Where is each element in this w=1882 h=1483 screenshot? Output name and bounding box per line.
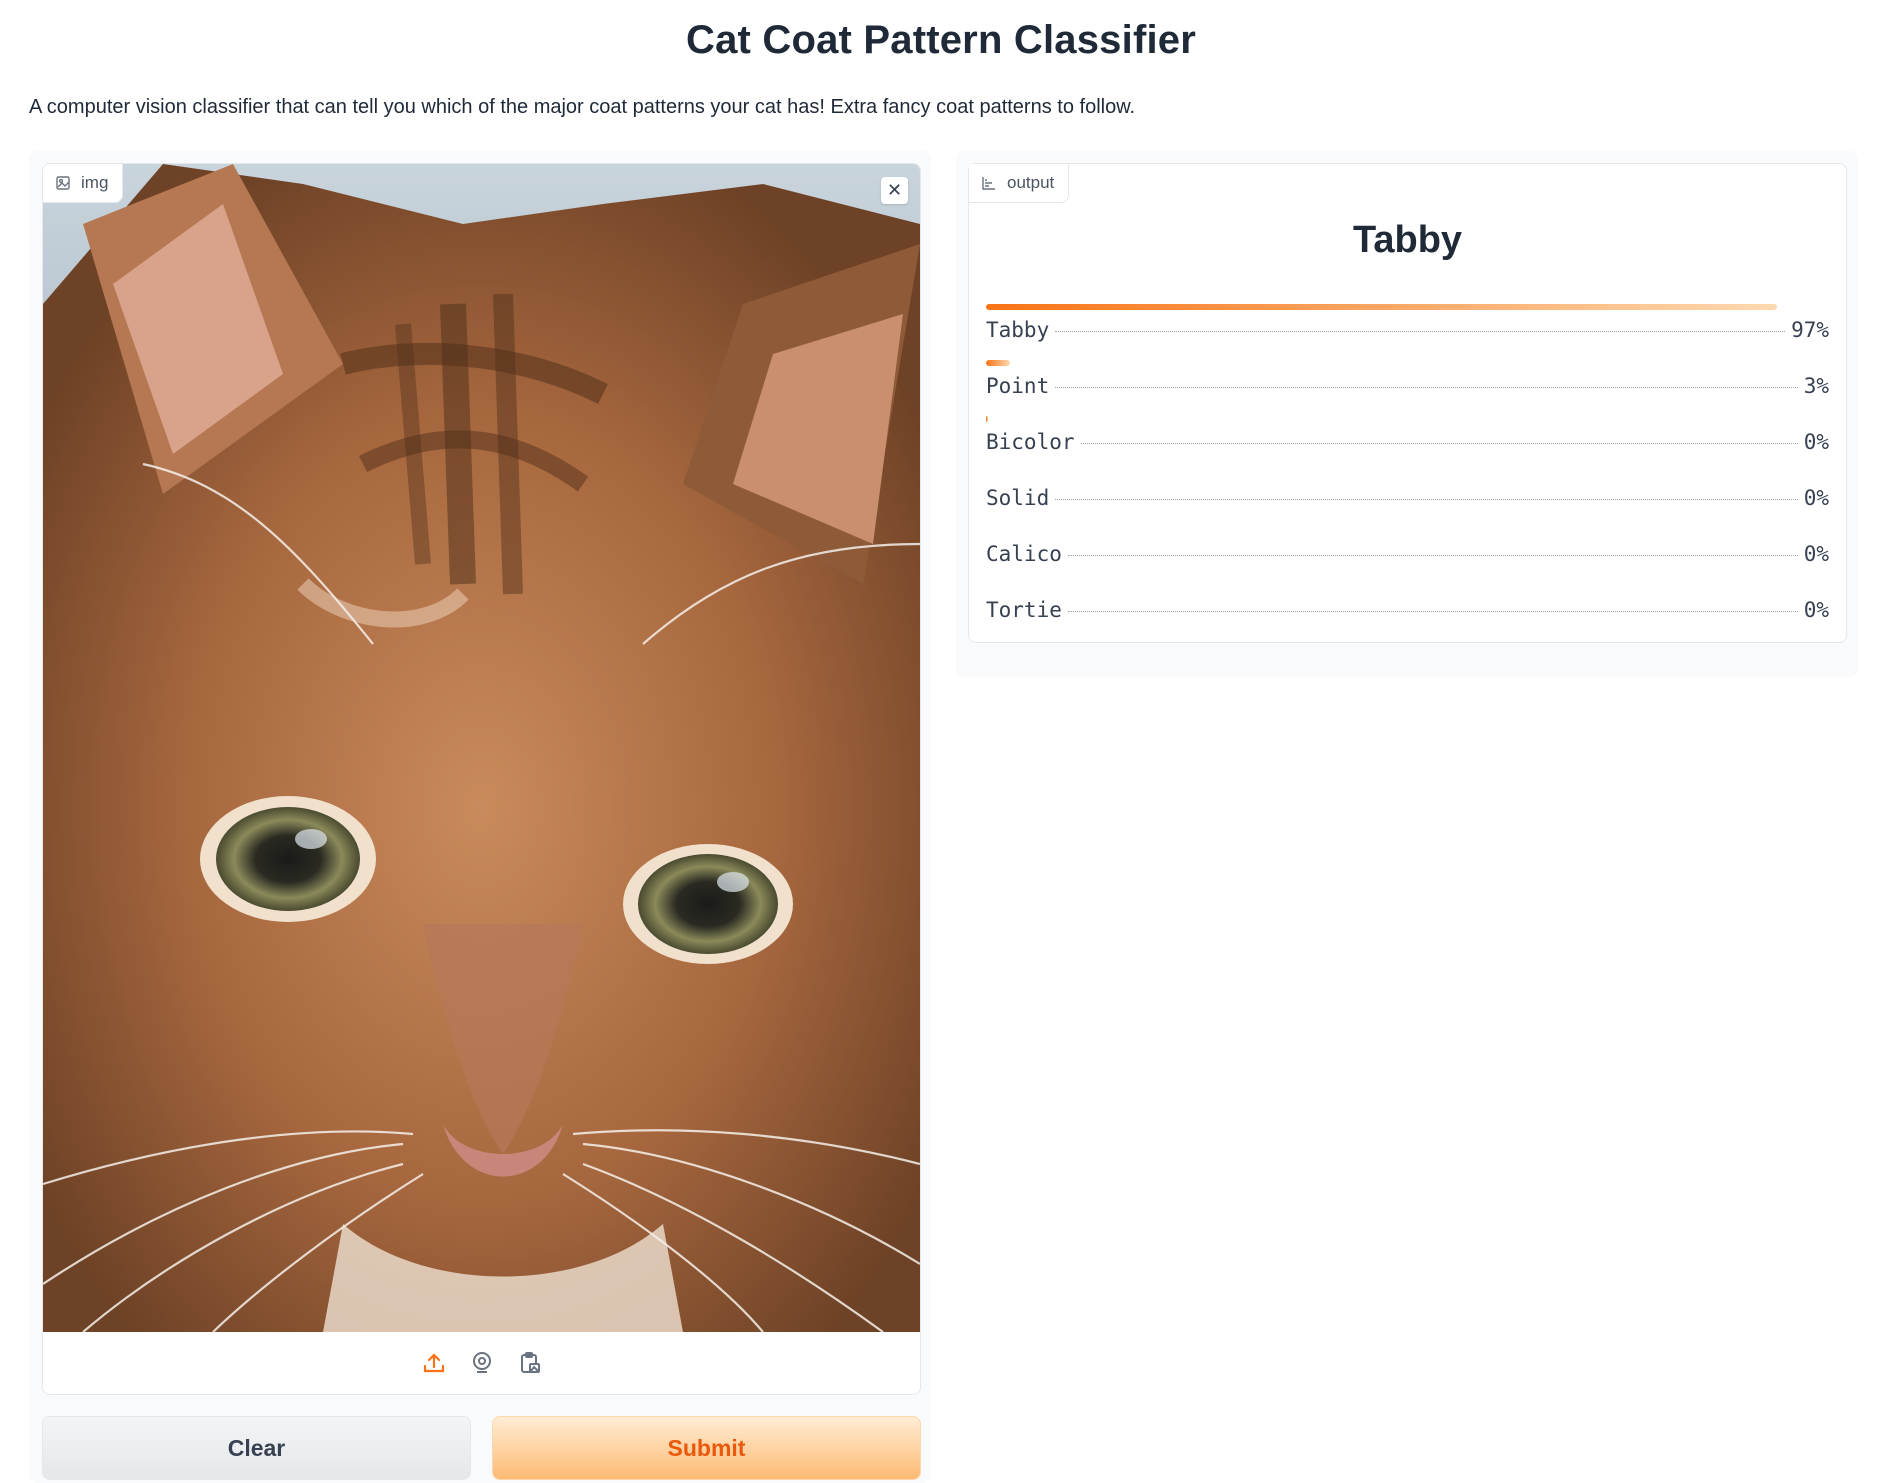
confidence-value: 0%: [1803, 486, 1829, 510]
confidence-row[interactable]: Point 3%: [986, 360, 1829, 416]
image-input[interactable]: img ✕: [42, 163, 921, 1395]
confidence-label: Solid: [986, 486, 1050, 510]
submit-button[interactable]: Submit: [492, 1416, 921, 1480]
close-icon: ✕: [886, 180, 903, 200]
confidence-bar: [986, 360, 1011, 366]
confidence-row[interactable]: Tabby 97%: [986, 304, 1829, 360]
confidence-value: 0%: [1803, 542, 1829, 566]
cat-photo: [43, 164, 920, 1332]
image-source-bar: [43, 1332, 920, 1394]
confidence-value: 0%: [1803, 430, 1829, 454]
clear-image-button[interactable]: ✕: [881, 177, 908, 204]
confidence-row[interactable]: Calico 0%: [986, 528, 1829, 584]
image-input-label: img: [43, 164, 124, 203]
page-description: A computer vision classifier that can te…: [29, 96, 1136, 118]
confidence-value: 97%: [1791, 318, 1829, 342]
confidence-leader: [1080, 443, 1798, 444]
confidence-list: Tabby 97% Point 3% Bicolor 0% Solid 0% Calico 0% T…: [986, 304, 1829, 640]
label-output: output Tabby Tabby 97% Point 3% Bicolor 0% Sol…: [968, 163, 1847, 643]
confidence-leader: [1067, 611, 1798, 612]
confidence-label: Tortie: [986, 598, 1062, 622]
confidence-value: 0%: [1803, 598, 1829, 622]
confidence-label: Calico: [986, 542, 1062, 566]
confidence-label: Bicolor: [986, 430, 1075, 454]
output-label: output: [969, 164, 1070, 203]
clear-button[interactable]: Clear: [42, 1416, 471, 1480]
confidence-leader: [1067, 555, 1798, 556]
confidence-leader: [1055, 331, 1786, 332]
confidence-label: Point: [986, 374, 1050, 398]
image-input-label-text: img: [81, 173, 109, 192]
confidence-row[interactable]: Tortie 0%: [986, 584, 1829, 640]
confidence-bar: [986, 304, 1777, 310]
confidence-row[interactable]: Bicolor 0%: [986, 416, 1829, 472]
confidence-leader: [1055, 387, 1798, 388]
confidence-bar: [986, 416, 988, 422]
clipboard-icon[interactable]: [516, 1349, 544, 1377]
chart-icon: [981, 175, 997, 191]
predicted-label: Tabby: [1352, 219, 1463, 261]
page-title: Cat Coat Pattern Classifier: [686, 18, 1196, 62]
confidence-label: Tabby: [986, 318, 1050, 342]
confidence-leader: [1055, 499, 1798, 500]
confidence-value: 3%: [1803, 374, 1829, 398]
webcam-icon[interactable]: [468, 1349, 496, 1377]
upload-icon[interactable]: [420, 1349, 448, 1377]
output-label-text: output: [1007, 173, 1055, 192]
image-icon: [55, 175, 71, 191]
confidence-row[interactable]: Solid 0%: [986, 472, 1829, 528]
